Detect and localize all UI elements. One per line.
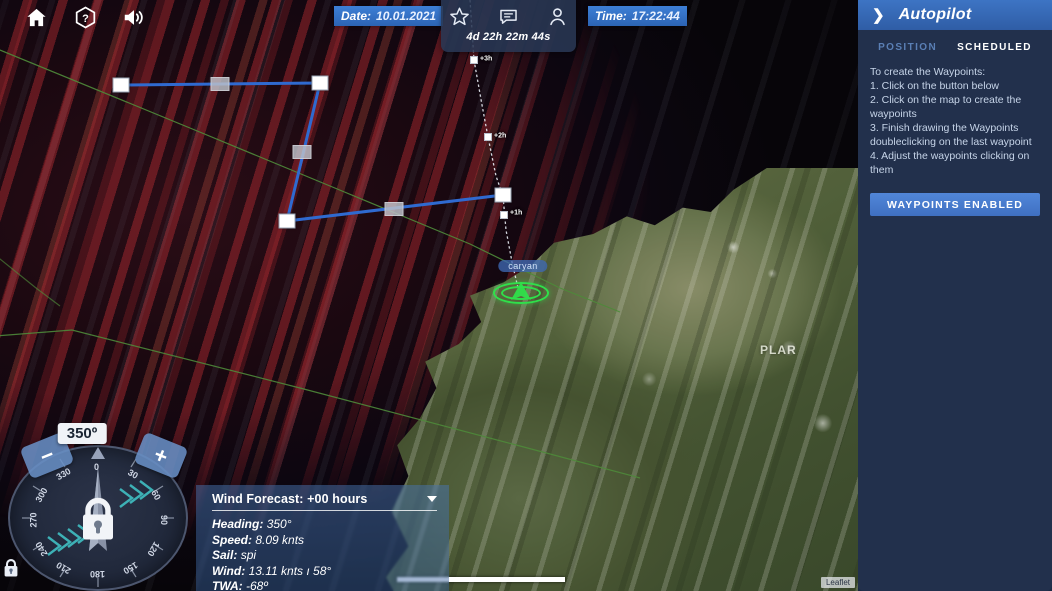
profile-icon[interactable] [547, 6, 569, 28]
time-chip: Time: 17:22:44 [588, 6, 687, 26]
waypoint-marker[interactable] [311, 75, 329, 91]
date-label: Date: [341, 9, 372, 23]
compass-lock-icon[interactable] [74, 493, 122, 548]
compass-tick-90: 90 [159, 514, 170, 526]
center-status-widget: 4d 22h 22m 44s [441, 0, 576, 52]
boat-name-label[interactable]: caryan [498, 260, 548, 272]
forecast-row-twa: TWA: -68º [212, 579, 437, 591]
autopilot-tabs: POSITION SCHEDULED [870, 42, 1040, 53]
autopilot-sidebar: ❯ Autopilot POSITION SCHEDULED To create… [858, 0, 1052, 591]
time-value: 17:22:44 [631, 9, 680, 23]
track-label-3h: +3h [480, 55, 493, 63]
waypoint-instructions: To create the Waypoints: 1. Click on the… [870, 65, 1040, 177]
chevron-right-icon[interactable]: ❯ [872, 8, 885, 23]
wind-forecast-dropdown[interactable]: Wind Forecast: +00 hours [212, 492, 437, 511]
volume-icon[interactable] [122, 5, 146, 29]
track-point [470, 56, 478, 64]
forecast-row-heading: Heading: 350° [212, 517, 437, 533]
forecast-row-sail: Sail: spi [212, 548, 437, 564]
tab-position[interactable]: POSITION [878, 42, 937, 53]
forecast-value-heading: 350° [266, 517, 292, 531]
instruction-line-2: 2. Click on the map to create the waypoi… [870, 94, 1022, 120]
compass-tick-0: 0 [94, 462, 100, 472]
time-label: Time: [595, 9, 627, 23]
home-icon[interactable] [24, 5, 48, 29]
center-widget-icons [449, 0, 569, 33]
date-chip: Date: 10.01.2021 [334, 6, 444, 26]
top-toolbar-icons: ? [0, 5, 146, 29]
track-point [484, 133, 492, 141]
chevron-down-icon[interactable] [427, 496, 437, 502]
forecast-label-twa: TWA: [212, 579, 243, 591]
forecast-row-wind: Wind: 13.11 knts ı 58° [212, 564, 437, 580]
wind-forecast-panel: Wind Forecast: +00 hours Heading: 350° S… [196, 485, 449, 591]
track-point [500, 211, 508, 219]
autopilot-body: POSITION SCHEDULED To create the Waypoin… [858, 30, 1052, 591]
compass-tick-270: 270 [28, 512, 39, 528]
waypoint-marker[interactable] [494, 187, 512, 203]
forecast-value-speed: 8.09 knts [255, 532, 305, 547]
heading-value-readout: 350º [57, 423, 107, 444]
chat-icon[interactable] [498, 6, 520, 28]
waypoint-midpoint-handle[interactable] [292, 145, 312, 159]
autopilot-header[interactable]: ❯ Autopilot [858, 0, 1052, 30]
heading-compass[interactable]: − + 350º 0 30 60 90 120 150 180 210 240 … [8, 423, 190, 591]
instruction-line-1: 1. Click on the button below [870, 80, 999, 92]
wind-forecast-title: Wind Forecast: +00 hours [212, 492, 368, 506]
forecast-row-speed: Speed: 8.09 knts [212, 533, 437, 549]
race-countdown: 4d 22h 22m 44s [466, 31, 551, 43]
forecast-value-sail: spi [240, 548, 257, 562]
star-icon[interactable] [449, 6, 471, 28]
waypoint-midpoint-handle[interactable] [210, 77, 230, 91]
track-label-2h: +2h [494, 132, 507, 140]
forecast-label-wind: Wind: [212, 563, 246, 578]
forecast-value-twa: -68º [246, 579, 268, 591]
instruction-line-0: To create the Waypoints: [870, 66, 986, 78]
wind-forecast-rows: Heading: 350° Speed: 8.09 knts Sail: spi… [212, 517, 437, 591]
forecast-label-sail: Sail: [212, 548, 238, 562]
boat-range-ring-inner [501, 286, 541, 300]
help-icon[interactable]: ? [73, 5, 97, 29]
compass-tick-180: 180 [90, 569, 106, 579]
leaflet-attribution[interactable]: Leaflet [820, 577, 855, 588]
instruction-line-4: 4. Adjust the waypoints clicking on them [870, 150, 1030, 176]
waypoints-enabled-button[interactable]: WAYPOINTS ENABLED [870, 193, 1040, 216]
forecast-label-speed: Speed: [212, 532, 253, 547]
waypoint-marker[interactable] [278, 213, 296, 229]
autopilot-title: Autopilot [898, 6, 972, 23]
land-place-label: PLAR [760, 343, 797, 357]
svg-text:?: ? [82, 12, 89, 24]
forecast-value-wind: 13.11 knts ı 58° [248, 563, 332, 578]
tab-scheduled[interactable]: SCHEDULED [957, 42, 1032, 53]
track-label-1h: +1h [510, 209, 523, 217]
instruction-line-3: 3. Finish drawing the Waypoints doublecl… [870, 122, 1032, 148]
waypoint-marker[interactable] [112, 77, 130, 93]
date-value: 10.01.2021 [376, 9, 437, 23]
waypoint-midpoint-handle[interactable] [384, 202, 404, 216]
forecast-label-heading: Heading: [212, 517, 264, 531]
